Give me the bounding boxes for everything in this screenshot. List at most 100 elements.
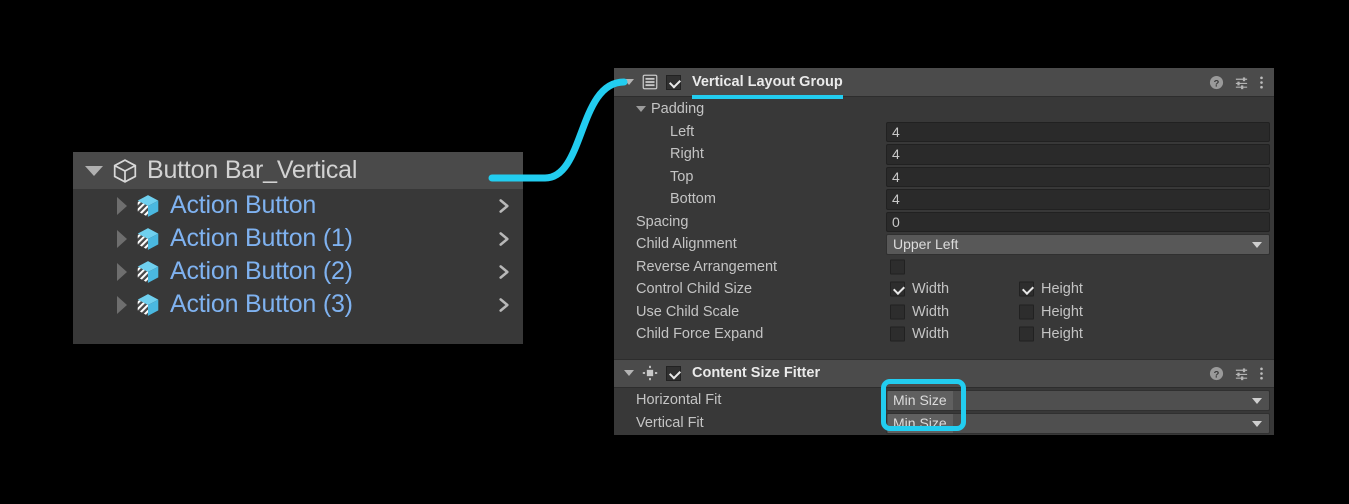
child-force-expand-height-checkbox[interactable] <box>1019 326 1034 342</box>
property-row-padding-bottom: Bottom 4 <box>614 188 1274 211</box>
property-label: Top <box>670 168 694 185</box>
chevron-right-icon[interactable] <box>495 263 513 281</box>
padding-bottom-input[interactable]: 4 <box>886 189 1270 210</box>
help-icon[interactable]: ? <box>1209 366 1224 381</box>
hierarchy-root-label: Button Bar_Vertical <box>147 156 358 184</box>
expand-arrow-right-icon[interactable] <box>117 196 127 215</box>
component-header-actions: ? <box>1209 360 1264 387</box>
property-label: Reverse Arrangement <box>636 258 778 275</box>
child-force-expand-width-label: Width <box>912 326 950 342</box>
use-child-scale-height-checkbox[interactable] <box>1019 304 1034 320</box>
use-child-scale-height-label: Height <box>1041 303 1083 320</box>
component-header-vertical-layout-group[interactable]: Vertical Layout Group ? <box>614 68 1274 99</box>
property-row-reverse-arrangement: Reverse Arrangement <box>614 256 1274 279</box>
hierarchy-child-label: Action Button (2) <box>170 257 353 285</box>
more-menu-icon[interactable] <box>1259 366 1264 381</box>
property-label: Child Force Expand <box>636 326 764 342</box>
component-header-actions: ? <box>1209 68 1264 96</box>
help-icon[interactable]: ? <box>1209 75 1224 90</box>
expand-arrow-right-icon[interactable] <box>117 295 127 314</box>
component-body-vertical-layout-group: Padding Left 4 Right 4 Top 4 Bottom 4 Sp… <box>614 97 1274 359</box>
reverse-arrangement-checkbox[interactable] <box>890 259 905 275</box>
layout-group-icon <box>642 74 658 90</box>
property-field[interactable]: 4 <box>886 166 1270 187</box>
property-row-child-force-expand: Child Force Expand Width Height <box>614 323 1274 346</box>
prefab-cube-icon <box>137 293 159 316</box>
use-child-scale-width-checkbox[interactable] <box>890 304 905 320</box>
padding-group-label: Padding <box>651 101 705 117</box>
hierarchy-panel: Button Bar_Vertical Action Button Action… <box>73 152 523 344</box>
component-enabled-checkbox[interactable] <box>666 365 681 381</box>
use-child-scale-width-label: Width <box>912 303 950 320</box>
property-field[interactable]: 4 <box>886 121 1270 142</box>
prefab-cube-icon <box>137 260 159 283</box>
chevron-right-icon[interactable] <box>495 230 513 248</box>
property-row-padding-left: Left 4 <box>614 121 1274 144</box>
child-force-expand-width-checkbox[interactable] <box>890 326 905 342</box>
chevron-down-icon <box>1252 421 1262 427</box>
expand-arrow-right-icon[interactable] <box>117 262 127 281</box>
property-field[interactable]: 0 <box>886 211 1270 232</box>
control-child-size-width-checkbox[interactable] <box>890 281 905 297</box>
property-label: Use Child Scale <box>636 303 740 320</box>
expand-arrow-down-icon[interactable] <box>85 165 103 176</box>
spacing-input[interactable]: 0 <box>886 211 1270 232</box>
component-title: Vertical Layout Group <box>692 74 843 99</box>
padding-top-input[interactable]: 4 <box>886 166 1270 187</box>
hierarchy-child-label: Action Button (1) <box>170 224 353 252</box>
padding-left-input[interactable]: 4 <box>886 121 1270 142</box>
hierarchy-row-root[interactable]: Button Bar_Vertical <box>73 152 523 189</box>
control-child-size-height-checkbox[interactable] <box>1019 281 1034 297</box>
property-label: Left <box>670 123 695 140</box>
hierarchy-row-child-2[interactable]: Action Button (2) <box>73 255 523 288</box>
chevron-right-icon[interactable] <box>495 296 513 314</box>
preset-icon[interactable] <box>1234 75 1249 90</box>
prefab-cube-icon <box>137 194 159 217</box>
prefab-cube-icon <box>137 227 159 250</box>
hierarchy-child-label: Action Button <box>170 191 317 219</box>
more-menu-icon[interactable] <box>1259 75 1264 90</box>
property-row-child-alignment: Child Alignment Upper Left <box>614 233 1274 256</box>
padding-foldout-arrow-icon[interactable] <box>636 106 646 113</box>
component-enabled-checkbox[interactable] <box>666 74 681 90</box>
padding-foldout-row[interactable]: Padding <box>614 98 1274 121</box>
property-row-padding-right: Right 4 <box>614 143 1274 166</box>
chevron-right-icon[interactable] <box>495 197 513 215</box>
chevron-down-icon <box>1252 242 1262 249</box>
child-alignment-dropdown[interactable]: Upper Left <box>886 234 1270 255</box>
property-row-use-child-scale: Use Child Scale Width Height <box>614 301 1274 324</box>
hierarchy-child-label: Action Button (3) <box>170 290 353 318</box>
property-label: Vertical Fit <box>636 414 704 431</box>
child-alignment-value: Upper Left <box>893 236 959 253</box>
property-label: Spacing <box>636 213 689 230</box>
property-row-padding-top: Top 4 <box>614 166 1274 189</box>
hierarchy-row-child-3[interactable]: Action Button (3) <box>73 288 523 321</box>
child-force-expand-height-label: Height <box>1041 326 1083 342</box>
annotation-highlight-min-size <box>881 379 966 431</box>
component-foldout-arrow-icon[interactable] <box>624 79 634 85</box>
property-label: Child Alignment <box>636 236 737 252</box>
property-label: Control Child Size <box>636 281 753 297</box>
component-title: Content Size Fitter <box>692 365 821 381</box>
expand-arrow-right-icon[interactable] <box>117 229 127 248</box>
preset-icon[interactable] <box>1234 366 1249 381</box>
property-field[interactable]: 4 <box>886 189 1270 210</box>
hierarchy-row-child-1[interactable]: Action Button (1) <box>73 222 523 255</box>
property-label: Right <box>670 146 704 162</box>
content-size-fitter-icon <box>642 365 658 381</box>
svg-text:?: ? <box>1214 78 1220 88</box>
property-field[interactable]: 4 <box>886 144 1270 165</box>
padding-right-input[interactable]: 4 <box>886 144 1270 165</box>
chevron-down-icon <box>1252 398 1262 404</box>
svg-text:?: ? <box>1214 369 1220 379</box>
hierarchy-row-child-0[interactable]: Action Button <box>73 189 523 222</box>
property-label: Bottom <box>670 191 716 207</box>
gameobject-cube-icon <box>113 158 137 183</box>
control-child-size-width-label: Width <box>912 281 950 297</box>
screenshot-root: Button Bar_Vertical Action Button Action… <box>0 0 1349 504</box>
component-foldout-arrow-icon[interactable] <box>624 370 634 376</box>
property-row-control-child-size: Control Child Size Width Height <box>614 278 1274 301</box>
property-row-spacing: Spacing 0 <box>614 211 1274 234</box>
property-label: Horizontal Fit <box>636 391 722 408</box>
property-field[interactable]: Upper Left <box>886 234 1270 255</box>
